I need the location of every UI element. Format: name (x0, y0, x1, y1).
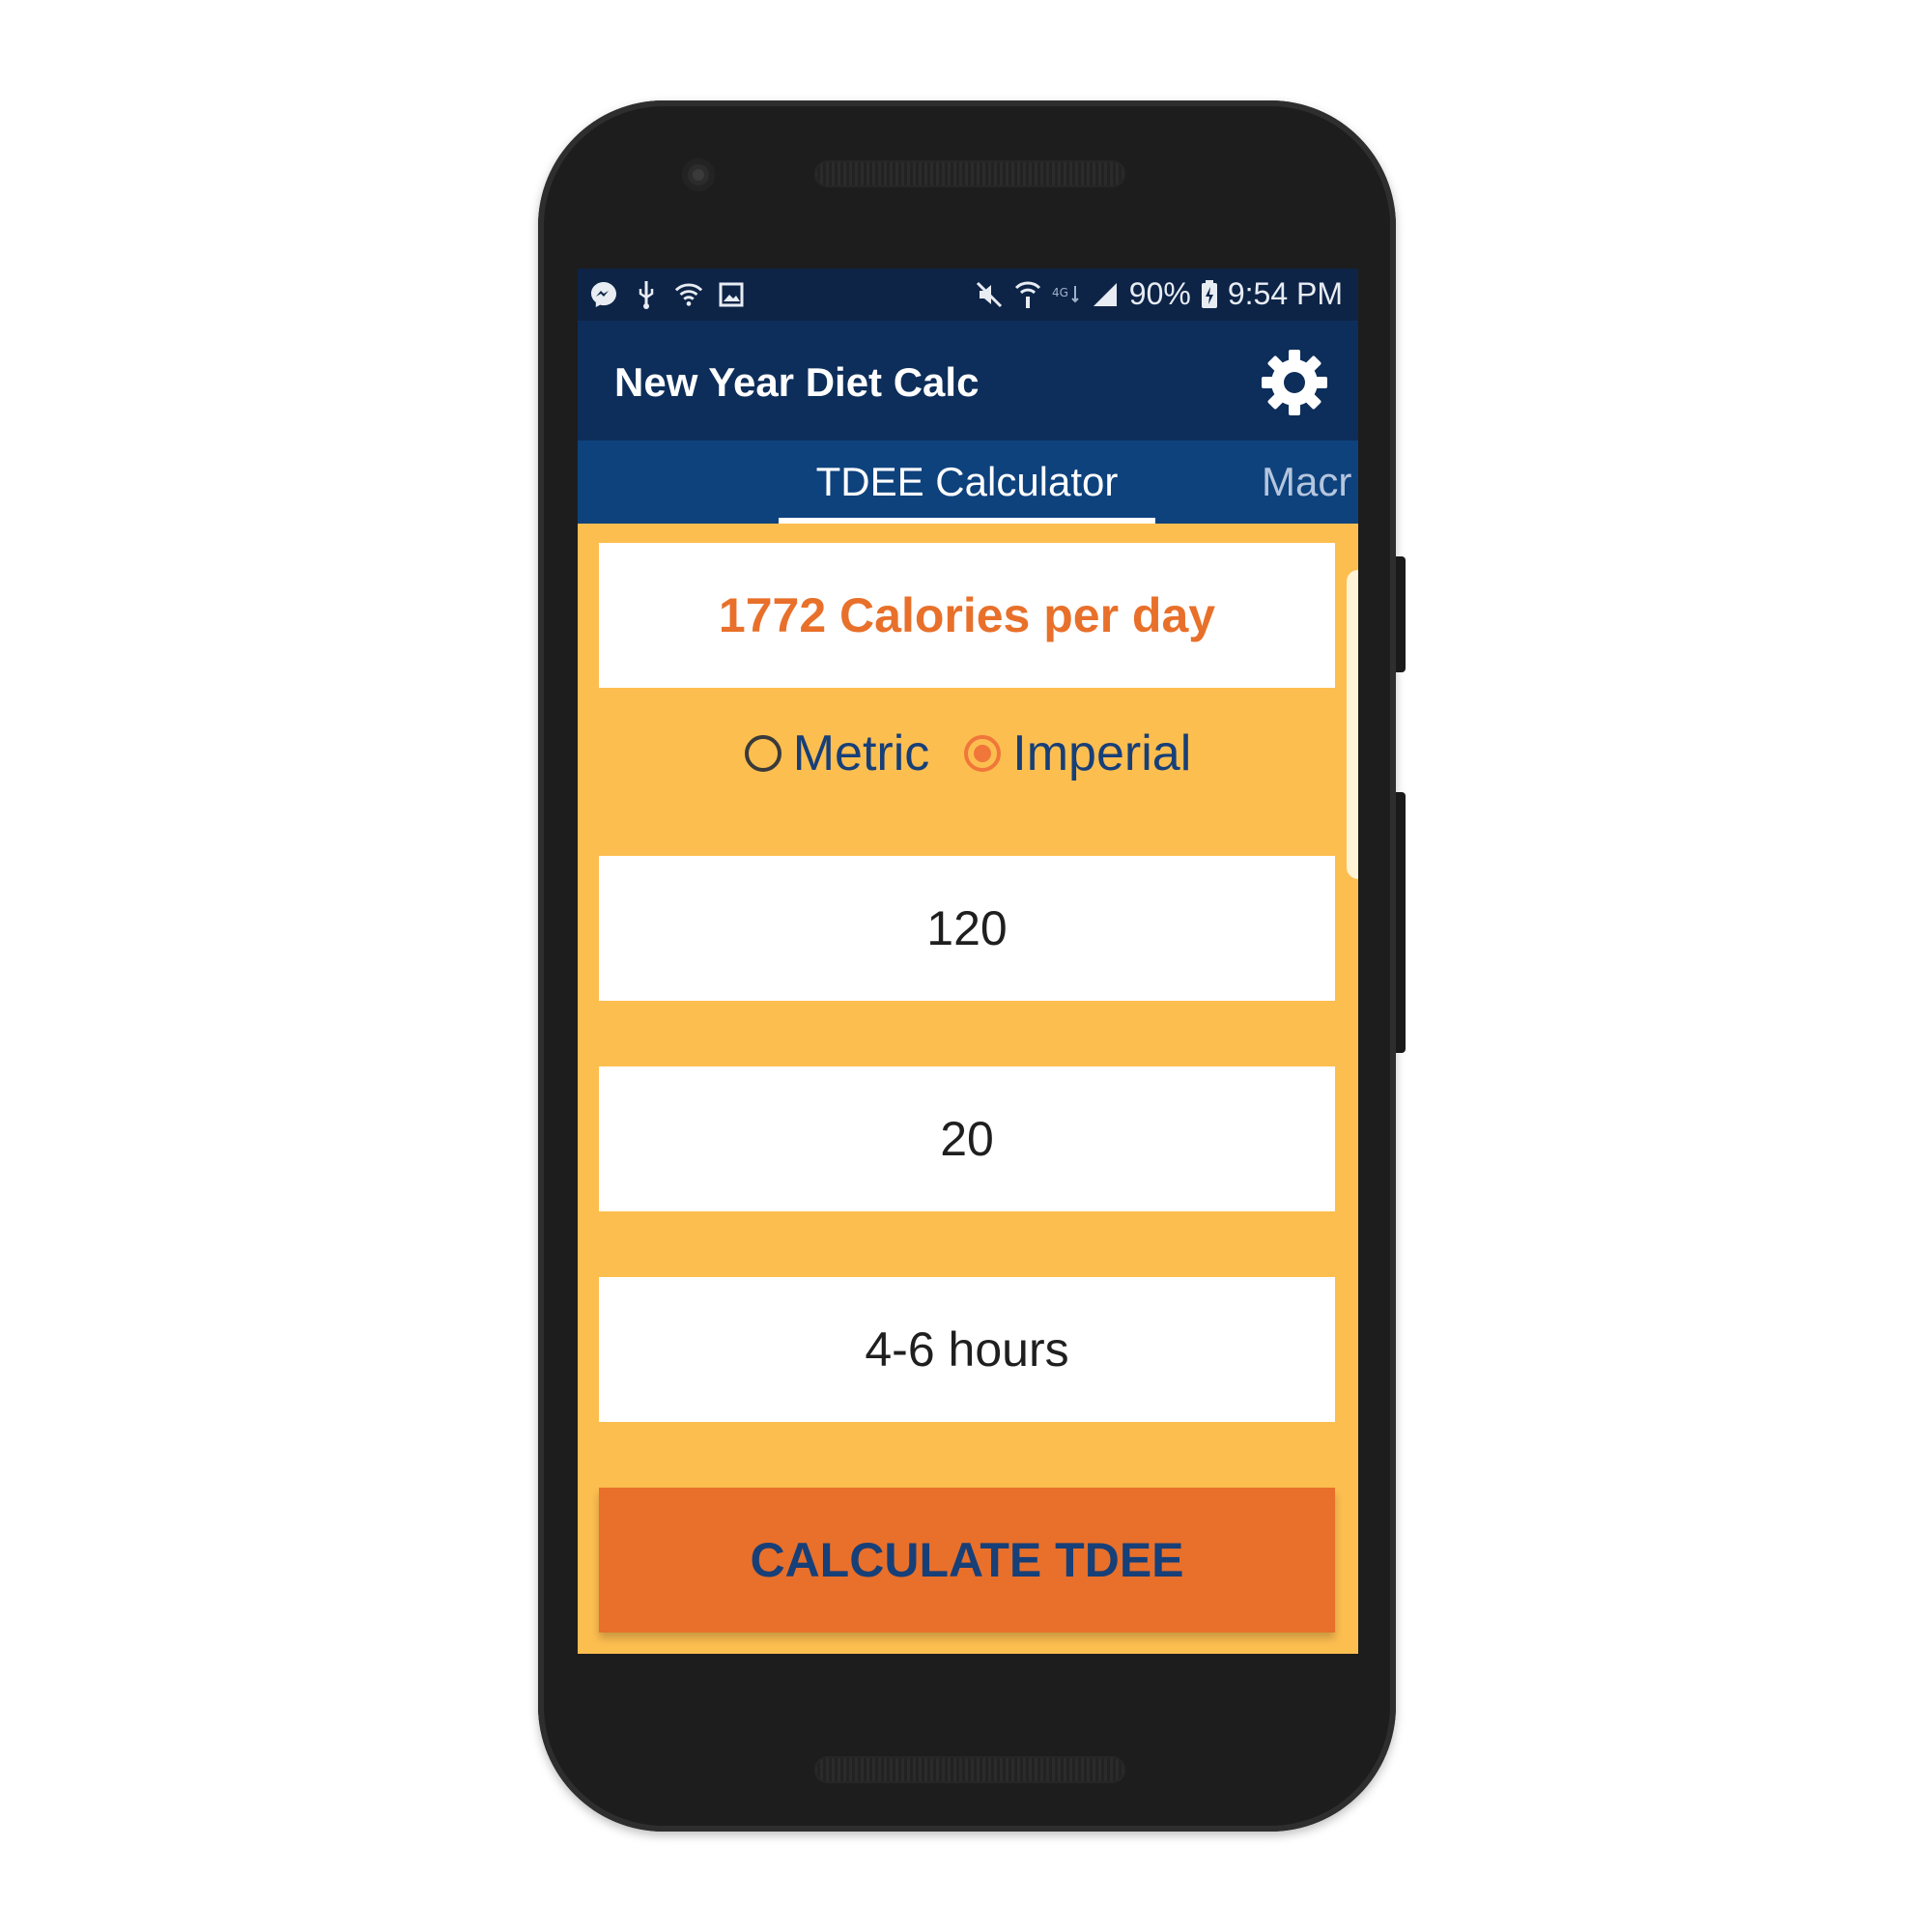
volume-button (1396, 792, 1406, 1053)
calories-result: 1772 Calories per day (599, 543, 1335, 688)
tab-bar: TDEE Calculator Macr (578, 440, 1358, 524)
tab-tdee-calculator[interactable]: TDEE Calculator (779, 440, 1155, 524)
weight-field[interactable]: 120 (599, 856, 1335, 1001)
imperial-radio[interactable] (964, 735, 1002, 772)
imperial-label: Imperial (1012, 725, 1192, 781)
exercise-field[interactable]: 4-6 hours (599, 1277, 1335, 1422)
front-camera (682, 158, 715, 191)
bottom-speaker (814, 1756, 1125, 1783)
power-button (1396, 556, 1406, 672)
signal-icon (1091, 278, 1120, 311)
top-speaker (814, 160, 1125, 187)
metric-radio[interactable] (744, 735, 781, 772)
status-right-icons: 4G 90% 9:54 PM (975, 276, 1343, 312)
battery-icon (1201, 278, 1218, 311)
unit-selector: Metric Imperial (578, 715, 1358, 792)
app-title: New Year Diet Calc (614, 359, 980, 405)
battery-percent: 90% (1128, 276, 1191, 311)
messenger-icon (589, 278, 618, 311)
imperial-option[interactable]: Imperial (964, 724, 1191, 782)
age-field[interactable]: 20 (599, 1066, 1335, 1211)
status-time: 9:54 PM (1227, 276, 1343, 311)
tab-macros[interactable]: Macr (1262, 440, 1351, 524)
status-bar: 4G 90% 9:54 PM (578, 269, 1358, 321)
next-page-edge (1347, 570, 1358, 879)
image-icon (717, 278, 746, 311)
gear-icon (1262, 350, 1327, 415)
mute-icon (975, 278, 1004, 311)
calculate-tdee-button[interactable]: CALCULATE TDEE (599, 1488, 1335, 1633)
svg-text:4G: 4G (1052, 286, 1068, 299)
status-left-icons (589, 278, 746, 311)
app-bar: New Year Diet Calc (578, 321, 1358, 440)
active-tab-indicator (779, 518, 1155, 524)
app-screen: 4G 90% 9:54 PM New Year Diet Calc TDEE C… (578, 269, 1358, 1654)
metric-option[interactable]: Metric (744, 724, 930, 782)
lte-icon: 4G (1052, 278, 1081, 311)
metric-label: Metric (792, 725, 930, 781)
wifi-icon (674, 278, 703, 311)
wifi-calling-icon (1013, 278, 1042, 311)
usb-icon (632, 278, 661, 311)
settings-button[interactable] (1258, 346, 1331, 419)
